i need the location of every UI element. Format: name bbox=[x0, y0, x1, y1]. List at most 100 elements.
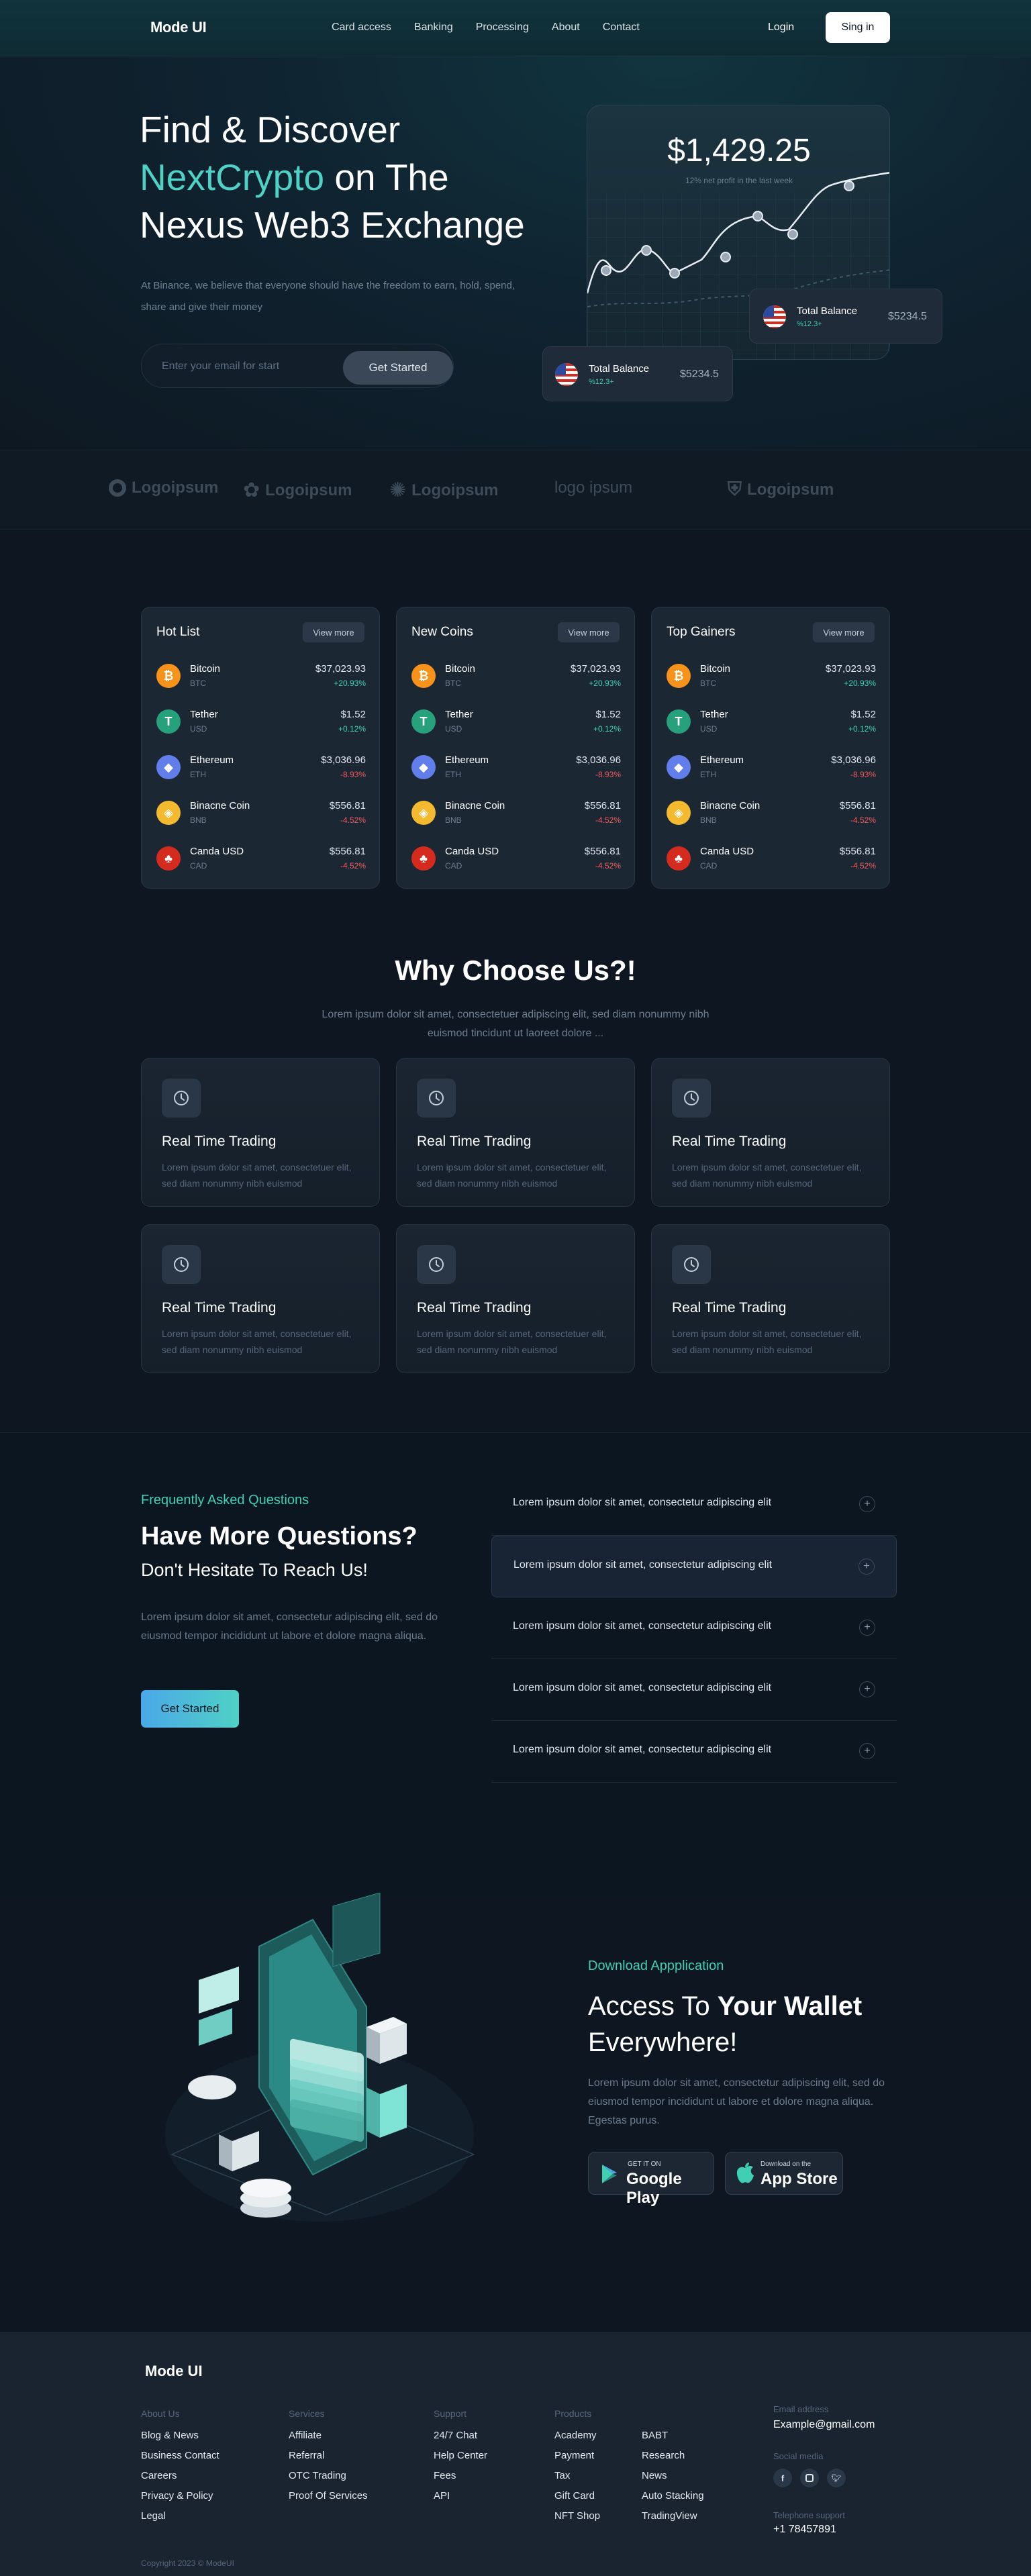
us-flag-icon bbox=[763, 305, 786, 328]
coin-change: -8.93% bbox=[595, 770, 621, 779]
plus-icon[interactable]: + bbox=[858, 1558, 875, 1575]
footer-link[interactable]: NFT Shop bbox=[554, 2510, 600, 2530]
faq-get-started-button[interactable]: Get Started bbox=[141, 1690, 239, 1728]
view-more-button[interactable]: View more bbox=[813, 622, 875, 642]
coin-row[interactable]: ◆ Ethereum ETH $3,036.96 -8.93% bbox=[667, 751, 876, 785]
app-description: Lorem ipsum dolor sit amet, consectetur … bbox=[588, 2077, 885, 2126]
coin-row[interactable]: ♣ Canda USD CAD $556.81 -4.52% bbox=[156, 842, 366, 876]
canada-icon: ♣ bbox=[156, 846, 181, 871]
footer-link[interactable]: Academy bbox=[554, 2430, 600, 2450]
coin-row[interactable]: ♣ Canda USD CAD $556.81 -4.52% bbox=[411, 842, 621, 876]
clock-icon bbox=[417, 1079, 456, 1118]
footer-link[interactable]: Gift Card bbox=[554, 2490, 600, 2510]
footer-logo[interactable]: Mode UI bbox=[145, 2363, 203, 2380]
email-signup: Get Started bbox=[141, 344, 454, 388]
clock-icon bbox=[417, 1245, 456, 1284]
footer-column: Support 24/7 Chat Help Center Fees API bbox=[434, 2408, 487, 2510]
coin-row[interactable]: ◈ Binacne Coin BNB $556.81 -4.52% bbox=[156, 797, 366, 830]
view-more-button[interactable]: View more bbox=[558, 622, 620, 642]
nav-link-about[interactable]: About bbox=[552, 21, 580, 34]
faq-item[interactable]: Lorem ipsum dolor sit amet, consectetur … bbox=[491, 1659, 897, 1721]
hero-title: Find & Discover NextCrypto on The Nexus … bbox=[140, 109, 525, 246]
nav-link-banking[interactable]: Banking bbox=[414, 21, 453, 34]
footer-link[interactable]: Privacy & Policy bbox=[141, 2490, 219, 2510]
footer-email[interactable]: Example@gmail.com bbox=[773, 2419, 875, 2431]
signin-button[interactable]: Sing in bbox=[826, 12, 890, 43]
view-more-button[interactable]: View more bbox=[303, 622, 364, 642]
footer-link[interactable]: API bbox=[434, 2490, 487, 2510]
google-play-button[interactable]: GET IT ON Google Play bbox=[588, 2152, 714, 2207]
faq-item[interactable]: Lorem ipsum dolor sit amet, consectetur … bbox=[491, 1536, 897, 1597]
login-link[interactable]: Login bbox=[768, 21, 794, 34]
coin-symbol: ETH bbox=[190, 770, 206, 779]
coin-row[interactable]: ◆ Ethereum ETH $3,036.96 -8.93% bbox=[411, 751, 621, 785]
coin-symbol: CAD bbox=[445, 861, 462, 871]
nav-link-card-access[interactable]: Card access bbox=[332, 21, 391, 34]
balance-change: %12.3+ bbox=[797, 320, 822, 328]
plus-icon[interactable]: + bbox=[859, 1620, 875, 1636]
footer-link[interactable]: Business Contact bbox=[141, 2450, 219, 2470]
nav-link-contact[interactable]: Contact bbox=[603, 21, 640, 34]
footer-link[interactable]: Payment bbox=[554, 2450, 600, 2470]
coin-symbol: BTC bbox=[190, 679, 206, 688]
plus-icon[interactable]: + bbox=[859, 1743, 875, 1759]
coin-row[interactable]: ₿ Bitcoin BTC $37,023.93 +20.93% bbox=[411, 660, 621, 693]
plus-icon[interactable]: + bbox=[859, 1496, 875, 1512]
plus-icon[interactable]: + bbox=[859, 1681, 875, 1697]
feature-card: Real Time Trading Lorem ipsum dolor sit … bbox=[396, 1224, 635, 1373]
coin-row[interactable]: T Tether USD $1.52 +0.12% bbox=[411, 705, 621, 739]
footer-link[interactable]: OTC Trading bbox=[289, 2470, 368, 2490]
coin-row[interactable]: T Tether USD $1.52 +0.12% bbox=[156, 705, 366, 739]
circle-logo-icon bbox=[109, 479, 126, 497]
footer-link[interactable]: Affiliate bbox=[289, 2430, 368, 2450]
nav-link-processing[interactable]: Processing bbox=[476, 21, 529, 34]
coin-name: Ethereum bbox=[700, 754, 744, 766]
coin-row[interactable]: ₿ Bitcoin BTC $37,023.93 +20.93% bbox=[667, 660, 876, 693]
footer-link[interactable]: Blog & News bbox=[141, 2430, 219, 2450]
footer-link[interactable]: Referral bbox=[289, 2450, 368, 2470]
app-store-button[interactable]: Download on the App Store bbox=[725, 2152, 843, 2195]
brand-logo[interactable]: Mode UI bbox=[150, 19, 207, 36]
footer-link[interactable]: TradingView bbox=[642, 2510, 704, 2530]
coin-symbol: BNB bbox=[190, 815, 207, 825]
coin-change: +20.93% bbox=[589, 679, 621, 688]
coin-row[interactable]: ♣ Canda USD CAD $556.81 -4.52% bbox=[667, 842, 876, 876]
coin-row[interactable]: ◈ Binacne Coin BNB $556.81 -4.52% bbox=[411, 797, 621, 830]
footer-link[interactable]: Auto Stacking bbox=[642, 2490, 704, 2510]
faq-item[interactable]: Lorem ipsum dolor sit amet, consectetur … bbox=[491, 1597, 897, 1659]
clock-icon bbox=[162, 1079, 201, 1118]
feature-description: Lorem ipsum dolor sit amet, consectetuer… bbox=[417, 1328, 607, 1355]
top-nav: Mode UI Card access Banking Processing A… bbox=[0, 0, 1031, 56]
footer-phone[interactable]: +1 78457891 bbox=[773, 2524, 836, 2536]
footer-link[interactable]: Research bbox=[642, 2450, 704, 2470]
coin-change: -4.52% bbox=[340, 861, 366, 871]
coin-name: Tether bbox=[190, 709, 218, 720]
footer-link[interactable]: Help Center bbox=[434, 2450, 487, 2470]
bitcoin-icon: ₿ bbox=[411, 664, 436, 688]
coin-row[interactable]: ◆ Ethereum ETH $3,036.96 -8.93% bbox=[156, 751, 366, 785]
coin-change: +0.12% bbox=[593, 724, 621, 734]
footer-link[interactable]: Tax bbox=[554, 2470, 600, 2490]
faq-item[interactable]: Lorem ipsum dolor sit amet, consectetur … bbox=[491, 1721, 897, 1783]
chart-point bbox=[641, 245, 652, 256]
footer-link[interactable]: Careers bbox=[141, 2470, 219, 2490]
copyright: Copyright 2023 © ModeUI bbox=[141, 2559, 234, 2568]
facebook-icon[interactable]: f bbox=[773, 2469, 792, 2487]
footer-link[interactable]: News bbox=[642, 2470, 704, 2490]
coin-row[interactable]: T Tether USD $1.52 +0.12% bbox=[667, 705, 876, 739]
footer-link[interactable]: BABT bbox=[642, 2430, 704, 2450]
coin-row[interactable]: ₿ Bitcoin BTC $37,023.93 +20.93% bbox=[156, 660, 366, 693]
footer-column-heading: Support bbox=[434, 2408, 467, 2419]
footer-link[interactable]: Legal bbox=[141, 2510, 219, 2530]
market-card-title: New Coins bbox=[411, 625, 473, 639]
footer-link[interactable]: Proof Of Services bbox=[289, 2490, 368, 2510]
faq-item[interactable]: Lorem ipsum dolor sit amet, consectetur … bbox=[491, 1474, 897, 1536]
footer-link[interactable]: Fees bbox=[434, 2470, 487, 2490]
hero-get-started-button[interactable]: Get Started bbox=[343, 351, 453, 385]
coin-row[interactable]: ◈ Binacne Coin BNB $556.81 -4.52% bbox=[667, 797, 876, 830]
instagram-icon[interactable] bbox=[800, 2469, 819, 2487]
market-card: Hot List View more ₿ Bitcoin BTC $37,023… bbox=[141, 607, 380, 889]
email-input[interactable] bbox=[162, 356, 336, 377]
footer-link[interactable]: 24/7 Chat bbox=[434, 2430, 487, 2450]
twitter-icon[interactable]: 🐦︎ bbox=[827, 2469, 846, 2487]
